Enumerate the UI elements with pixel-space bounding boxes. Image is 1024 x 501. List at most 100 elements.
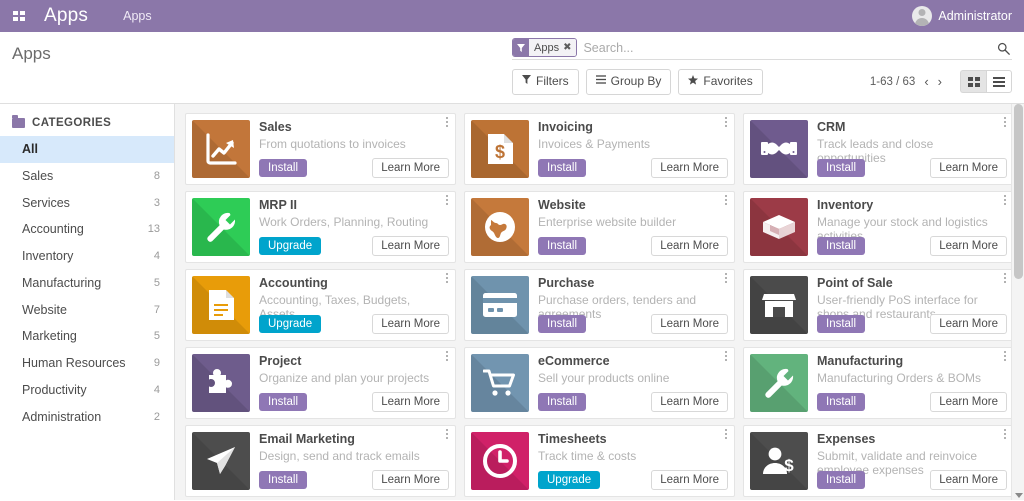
sidebar-item-accounting[interactable]: Accounting 13	[0, 216, 174, 243]
upgrade-button[interactable]: Upgrade	[259, 237, 322, 255]
app-name: Inventory	[817, 198, 874, 212]
breadcrumb[interactable]: Apps	[123, 9, 152, 23]
wrench-icon	[192, 198, 250, 256]
sidebar-item-inventory[interactable]: Inventory 4	[0, 243, 174, 270]
search-icon[interactable]	[997, 37, 1012, 59]
app-card[interactable]: Point of Sale User-friendly PoS interface…	[743, 269, 1014, 341]
install-button[interactable]: Install	[538, 393, 587, 411]
group-by-button[interactable]: Group By	[585, 69, 672, 95]
favorites-button-label: Favorites	[703, 74, 753, 88]
search-facet-apps[interactable]: Apps ✖	[512, 38, 578, 57]
search-input[interactable]	[577, 37, 997, 59]
app-card-body: Email Marketing Design, send and track em…	[250, 432, 449, 490]
learn-more-button[interactable]: Learn More	[651, 236, 728, 256]
learn-more-button[interactable]: Learn More	[930, 470, 1007, 490]
sidebar-item-productivity[interactable]: Productivity 4	[0, 377, 174, 404]
scrollbar-thumb[interactable]	[1014, 104, 1023, 279]
learn-more-button[interactable]: Learn More	[372, 392, 449, 412]
install-button[interactable]: Install	[817, 237, 866, 255]
app-card[interactable]: Email Marketing Design, send and track em…	[185, 425, 456, 497]
kebab-menu-icon[interactable]	[720, 115, 732, 129]
app-card[interactable]: MRP II Work Orders, Planning, Routing Upgr…	[185, 191, 456, 263]
install-button[interactable]: Install	[817, 471, 866, 489]
kebab-menu-icon[interactable]	[999, 349, 1011, 363]
kebab-menu-icon[interactable]	[441, 193, 453, 207]
app-card-footer: Upgrade Learn More	[259, 236, 449, 256]
app-card[interactable]: Manufacturing Manufacturing Orders & BOMs…	[743, 347, 1014, 419]
close-icon[interactable]: ✖	[563, 42, 571, 53]
app-card[interactable]: $ Invoicing Invoices & Payments Install Lear…	[464, 113, 735, 185]
kebab-menu-icon[interactable]	[441, 349, 453, 363]
install-button[interactable]: Install	[259, 471, 308, 489]
apps-menu-button[interactable]	[6, 3, 32, 29]
app-card[interactable]: eCommerce Sell your products online Instal…	[464, 347, 735, 419]
learn-more-button[interactable]: Learn More	[930, 236, 1007, 256]
learn-more-button[interactable]: Learn More	[651, 314, 728, 334]
sidebar-item-sales[interactable]: Sales 8	[0, 163, 174, 190]
learn-more-button[interactable]: Learn More	[651, 158, 728, 178]
puzzle-piece-icon	[192, 354, 250, 412]
apps-grid: Sales From quotations to invoices Install L…	[185, 113, 1014, 497]
sidebar-item-label: Manufacturing	[22, 275, 102, 290]
learn-more-button[interactable]: Learn More	[930, 314, 1007, 334]
app-card[interactable]: Website Enterprise website builder Install…	[464, 191, 735, 263]
app-card[interactable]: Inventory Manage your stock and logistics…	[743, 191, 1014, 263]
paper-plane-icon	[192, 432, 250, 490]
kebab-menu-icon[interactable]	[999, 193, 1011, 207]
learn-more-button[interactable]: Learn More	[651, 470, 728, 490]
learn-more-button[interactable]: Learn More	[372, 314, 449, 334]
kebab-menu-icon[interactable]	[720, 271, 732, 285]
kebab-menu-icon[interactable]	[999, 427, 1011, 441]
install-button[interactable]: Install	[817, 315, 866, 333]
kebab-menu-icon[interactable]	[441, 115, 453, 129]
app-card[interactable]: Timesheets Track time & costs Upgrade Learn…	[464, 425, 735, 497]
install-button[interactable]: Install	[538, 159, 587, 177]
install-button[interactable]: Install	[817, 393, 866, 411]
sidebar-item-marketing[interactable]: Marketing 5	[0, 323, 174, 350]
kebab-menu-icon[interactable]	[441, 427, 453, 441]
kanban-view-button[interactable]	[960, 70, 986, 94]
install-button[interactable]: Install	[538, 315, 587, 333]
learn-more-button[interactable]: Learn More	[372, 158, 449, 178]
upgrade-button[interactable]: Upgrade	[538, 471, 601, 489]
sidebar-item-human-resources[interactable]: Human Resources 9	[0, 350, 174, 377]
upgrade-button[interactable]: Upgrade	[259, 315, 322, 333]
chevron-left-icon[interactable]: ‹	[924, 74, 928, 89]
learn-more-button[interactable]: Learn More	[930, 392, 1007, 412]
app-card[interactable]: PurchasePurchase orders, tenders and agr…	[464, 269, 735, 341]
favorites-button[interactable]: Favorites	[678, 69, 763, 95]
chevron-down-icon[interactable]	[1015, 493, 1023, 498]
kebab-menu-icon[interactable]	[999, 271, 1011, 285]
kebab-menu-icon[interactable]	[441, 271, 453, 285]
kebab-menu-icon[interactable]	[720, 427, 732, 441]
sidebar-item-website[interactable]: Website 7	[0, 297, 174, 324]
sidebar-item-administration[interactable]: Administration 2	[0, 404, 174, 431]
chevron-right-icon[interactable]: ›	[938, 74, 942, 89]
learn-more-button[interactable]: Learn More	[372, 236, 449, 256]
learn-more-button[interactable]: Learn More	[651, 392, 728, 412]
app-card[interactable]: Project Organize and plan your projects In…	[185, 347, 456, 419]
sidebar-item-all[interactable]: All	[0, 136, 174, 163]
install-button[interactable]: Install	[817, 159, 866, 177]
app-card[interactable]: CRMTrack leads and close opportunitiesIn…	[743, 113, 1014, 185]
filters-button[interactable]: Filters	[512, 69, 579, 95]
learn-more-button[interactable]: Learn More	[930, 158, 1007, 178]
search-bar[interactable]: Apps ✖	[512, 37, 1012, 60]
vertical-scrollbar[interactable]	[1011, 104, 1024, 500]
app-card[interactable]: Sales From quotations to invoices Install L…	[185, 113, 456, 185]
install-button[interactable]: Install	[538, 237, 587, 255]
top-navbar: Apps Apps Administrator	[0, 0, 1024, 32]
kebab-menu-icon[interactable]	[720, 349, 732, 363]
app-card[interactable]: AccountingAccounting, Taxes, Budgets, As…	[185, 269, 456, 341]
learn-more-button[interactable]: Learn More	[372, 470, 449, 490]
sidebar-item-manufacturing[interactable]: Manufacturing 5	[0, 270, 174, 297]
install-button[interactable]: Install	[259, 159, 308, 177]
sidebar-item-services[interactable]: Services 3	[0, 190, 174, 217]
list-view-button[interactable]	[986, 70, 1012, 94]
app-card[interactable]: $ Expenses Submit, validate and reinvoice …	[743, 425, 1014, 497]
kebab-menu-icon[interactable]	[999, 115, 1011, 129]
install-button[interactable]: Install	[259, 393, 308, 411]
sidebar-item-count: 13	[147, 223, 160, 236]
kebab-menu-icon[interactable]	[720, 193, 732, 207]
user-menu[interactable]: Administrator	[912, 0, 1012, 32]
